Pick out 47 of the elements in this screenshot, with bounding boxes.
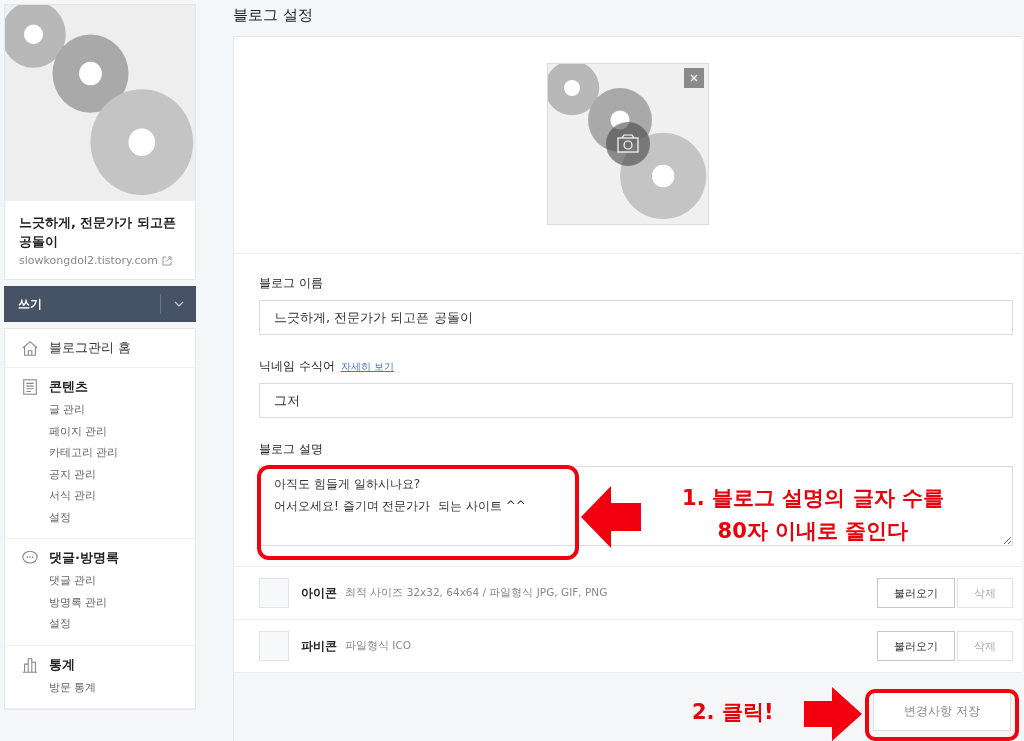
menu-item[interactable]: 글 관리 <box>21 399 179 421</box>
write-button[interactable]: 쓰기 <box>4 286 160 322</box>
input-field[interactable]: 느긋하게, 전문가가 되고픈 공돌이 <box>259 300 1013 335</box>
menu-item[interactable]: 서식 관리 <box>21 485 179 507</box>
load-button[interactable]: 불러오기 <box>877 578 955 608</box>
menu-item[interactable]: 방명록 관리 <box>21 591 179 613</box>
menu-section-title[interactable]: 댓글·방명록 <box>49 549 119 567</box>
speech-bubble-icon <box>21 549 39 567</box>
input-field[interactable]: 그저 <box>259 383 1013 418</box>
document-icon <box>21 378 39 396</box>
field-label: 닉네임 수식어 <box>259 359 335 374</box>
field-label: 블로그 이름 <box>259 276 323 291</box>
image-slot <box>259 578 289 608</box>
close-icon <box>690 74 698 82</box>
blog-title: 느긋하게, 전문가가 되고픈 공돌이 <box>19 214 177 251</box>
annotation-overlay: 80자 이내로 줄인다 <box>716 518 910 545</box>
load-button[interactable]: 불러오기 <box>877 631 955 661</box>
blog-url[interactable]: slowkongdol2.tistory.com <box>19 254 159 267</box>
house-icon <box>21 339 39 357</box>
menu-item[interactable]: 페이지 관리 <box>21 420 179 442</box>
image-slot <box>259 631 289 661</box>
external-link-icon[interactable] <box>162 255 173 266</box>
page-title: 블로그 설정 <box>233 5 314 26</box>
annotation-overlay: 2. 클릭! <box>692 699 774 726</box>
file-hint: 파일형식 ICO <box>345 639 413 653</box>
details-link[interactable]: 자세히 보기 <box>340 360 394 374</box>
menu-item[interactable]: 방문 통계 <box>21 676 179 698</box>
menu-item[interactable]: 댓글 관리 <box>21 570 179 592</box>
file-hint: 최적 사이즈 32x32, 64x64 / 파일형식 JPG, GIF, PNG <box>345 586 609 600</box>
file-label: 파비콘 <box>301 637 337 655</box>
menu-item[interactable]: 설정 <box>21 613 179 635</box>
menu-item[interactable]: 공지 관리 <box>21 463 179 485</box>
menu-item[interactable]: 카테고리 관리 <box>21 442 179 464</box>
bar-chart-icon <box>21 655 39 674</box>
arrow-overlay <box>581 486 641 548</box>
menu-item[interactable]: 블로그관리 홈 <box>49 339 132 357</box>
close-button[interactable] <box>684 68 704 88</box>
menu-item[interactable]: 설정 <box>21 506 179 528</box>
menu-section-title[interactable]: 통계 <box>49 655 75 674</box>
camera-icon[interactable] <box>606 122 650 166</box>
file-label: 아이콘 <box>301 584 337 602</box>
save-button[interactable]: 변경사항 저장 <box>873 691 1011 731</box>
arrow-overlay <box>804 687 862 741</box>
annotation-overlay: 1. 블로그 설명의 글자 수를 <box>681 485 945 512</box>
menu-section-title[interactable]: 콘텐츠 <box>49 378 88 396</box>
field-label: 블로그 설명 <box>259 442 323 457</box>
caret-icon <box>173 301 184 307</box>
